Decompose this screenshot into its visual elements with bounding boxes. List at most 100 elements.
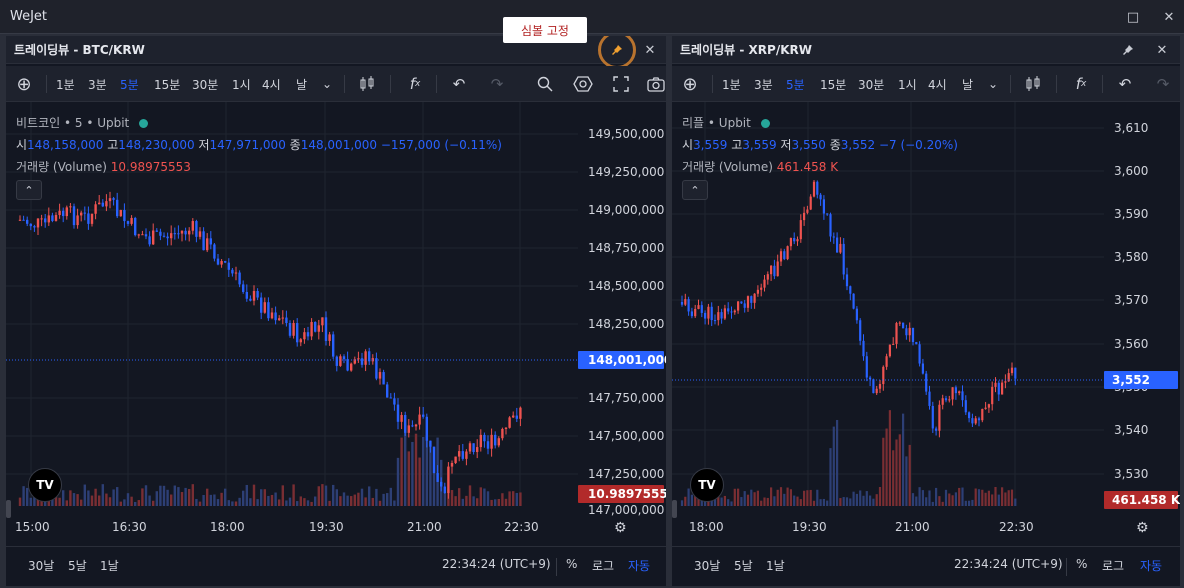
- volume-bar: [126, 493, 130, 506]
- volume-bar: [422, 436, 425, 506]
- redo-button[interactable]: ↷: [1152, 74, 1174, 94]
- close-panel-button[interactable]: ✕: [1152, 40, 1172, 60]
- chart-settings-icon[interactable]: ⚙: [1136, 520, 1149, 536]
- volume-bar: [483, 488, 486, 506]
- interval-button-1[interactable]: 3분: [88, 74, 107, 94]
- interval-button-4[interactable]: 30분: [858, 74, 884, 94]
- screenshot-button[interactable]: [646, 74, 666, 94]
- scroll-handle[interactable]: [672, 500, 677, 518]
- interval-button-2[interactable]: 5분: [786, 74, 805, 94]
- candle-body: [944, 398, 948, 401]
- volume-bar: [288, 497, 292, 506]
- time-tick-label: 21:00: [407, 520, 442, 534]
- volume-bar: [902, 413, 905, 506]
- volume-bar: [911, 493, 915, 506]
- interval-button-7[interactable]: 날: [296, 74, 307, 94]
- volume-bar: [809, 489, 812, 506]
- interval-button-6[interactable]: 4시: [928, 74, 947, 94]
- price-tick-label: 148,250,000: [588, 317, 664, 331]
- redo-button[interactable]: ↷: [486, 74, 508, 94]
- candle-body: [429, 440, 432, 447]
- candle-body: [339, 356, 342, 366]
- volume-bar: [332, 484, 335, 506]
- close-panel-button[interactable]: ✕: [640, 40, 660, 60]
- interval-button-6[interactable]: 4시: [262, 74, 281, 94]
- candle-body: [411, 425, 414, 427]
- interval-button-5[interactable]: 1시: [232, 74, 251, 94]
- pin-button[interactable]: [1118, 40, 1138, 60]
- chart-legend-volume: 거래량 (Volume) 461.458 K: [682, 158, 838, 175]
- indicators-button[interactable]: fx: [1070, 74, 1092, 94]
- candle-body: [816, 181, 819, 195]
- range-button-2[interactable]: 1날: [766, 557, 785, 574]
- candle-type-button[interactable]: [356, 74, 378, 94]
- interval-button-1[interactable]: 3분: [754, 74, 773, 94]
- percent-scale-button[interactable]: %: [566, 557, 577, 571]
- candle-body: [753, 293, 756, 303]
- high-value: 3,559: [742, 138, 777, 152]
- range-button-2[interactable]: 1날: [100, 557, 119, 574]
- candle-body: [694, 309, 697, 317]
- interval-button-7[interactable]: 날: [962, 74, 973, 94]
- interval-button-5[interactable]: 1시: [898, 74, 917, 94]
- volume-bar: [267, 495, 270, 506]
- chart-toolbar: ⊕ 1분 3분 5분 15분 30분 1시 4시 날 ⌄ fx ↶ ↷: [6, 66, 666, 102]
- interval-button-3[interactable]: 15분: [154, 74, 180, 94]
- range-button-0[interactable]: 30날: [28, 557, 54, 574]
- pin-button[interactable]: [598, 36, 636, 69]
- candle-body: [166, 236, 169, 239]
- volume-bar: [155, 491, 158, 506]
- candle-body: [126, 221, 130, 224]
- settings-button[interactable]: [572, 74, 594, 94]
- volume-bar: [418, 457, 421, 506]
- candle-body: [501, 428, 504, 439]
- auto-scale-button[interactable]: 자동: [1140, 557, 1162, 574]
- candle-body: [486, 441, 490, 449]
- maximize-button[interactable]: □: [1122, 6, 1144, 28]
- tradingview-logo[interactable]: TV: [690, 468, 724, 502]
- candle-body: [951, 387, 954, 400]
- candle-body: [195, 221, 198, 237]
- interval-button-2[interactable]: 5분: [120, 74, 139, 94]
- interval-button-4[interactable]: 30분: [192, 74, 218, 94]
- candle-body: [684, 299, 687, 305]
- log-scale-button[interactable]: 로그: [592, 557, 614, 574]
- indicators-button[interactable]: fx: [404, 74, 426, 94]
- chart-settings-icon[interactable]: ⚙: [614, 520, 627, 536]
- undo-button[interactable]: ↶: [1114, 74, 1136, 94]
- replay-button[interactable]: [534, 74, 556, 94]
- percent-scale-button[interactable]: %: [1076, 557, 1087, 571]
- candle-body: [750, 296, 753, 303]
- candle-body: [504, 427, 508, 429]
- close-window-button[interactable]: ✕: [1158, 6, 1180, 28]
- undo-button[interactable]: ↶: [448, 74, 470, 94]
- camera-icon: [647, 77, 665, 92]
- price-tick-label: 3,560: [1114, 337, 1148, 351]
- volume-bar: [928, 490, 931, 506]
- scroll-handle[interactable]: [6, 500, 11, 518]
- candle-type-button[interactable]: [1022, 74, 1044, 94]
- log-scale-button[interactable]: 로그: [1102, 557, 1124, 574]
- range-button-1[interactable]: 5날: [68, 557, 87, 574]
- candle-body: [184, 230, 187, 235]
- interval-button-0[interactable]: 1분: [56, 74, 75, 94]
- interval-button-0[interactable]: 1분: [722, 74, 741, 94]
- price-chart[interactable]: 149,500,000 149,250,000 149,000,000 148,750…: [6, 102, 666, 518]
- interval-dropdown-button[interactable]: ⌄: [986, 74, 1000, 94]
- collapse-legend-button[interactable]: ⌃: [682, 180, 708, 200]
- fullscreen-button[interactable]: [610, 74, 632, 94]
- interval-dropdown-button[interactable]: ⌄: [320, 74, 334, 94]
- price-chart[interactable]: 3,610 3,600 3,590 3,580 3,570 3,560 3,550 3,540…: [672, 102, 1180, 518]
- auto-scale-button[interactable]: 자동: [628, 557, 650, 574]
- range-button-1[interactable]: 5날: [734, 557, 753, 574]
- interval-button-3[interactable]: 15분: [820, 74, 846, 94]
- symbol-name: 리플 • Upbit: [682, 116, 751, 130]
- volume-bar: [486, 491, 490, 506]
- collapse-legend-button[interactable]: ⌃: [16, 180, 42, 200]
- add-symbol-button[interactable]: ⊕: [678, 74, 702, 95]
- add-symbol-button[interactable]: ⊕: [12, 74, 36, 95]
- tradingview-logo[interactable]: TV: [28, 468, 62, 502]
- candle-body: [925, 373, 928, 392]
- range-button-0[interactable]: 30날: [694, 557, 720, 574]
- candle-body: [389, 397, 392, 399]
